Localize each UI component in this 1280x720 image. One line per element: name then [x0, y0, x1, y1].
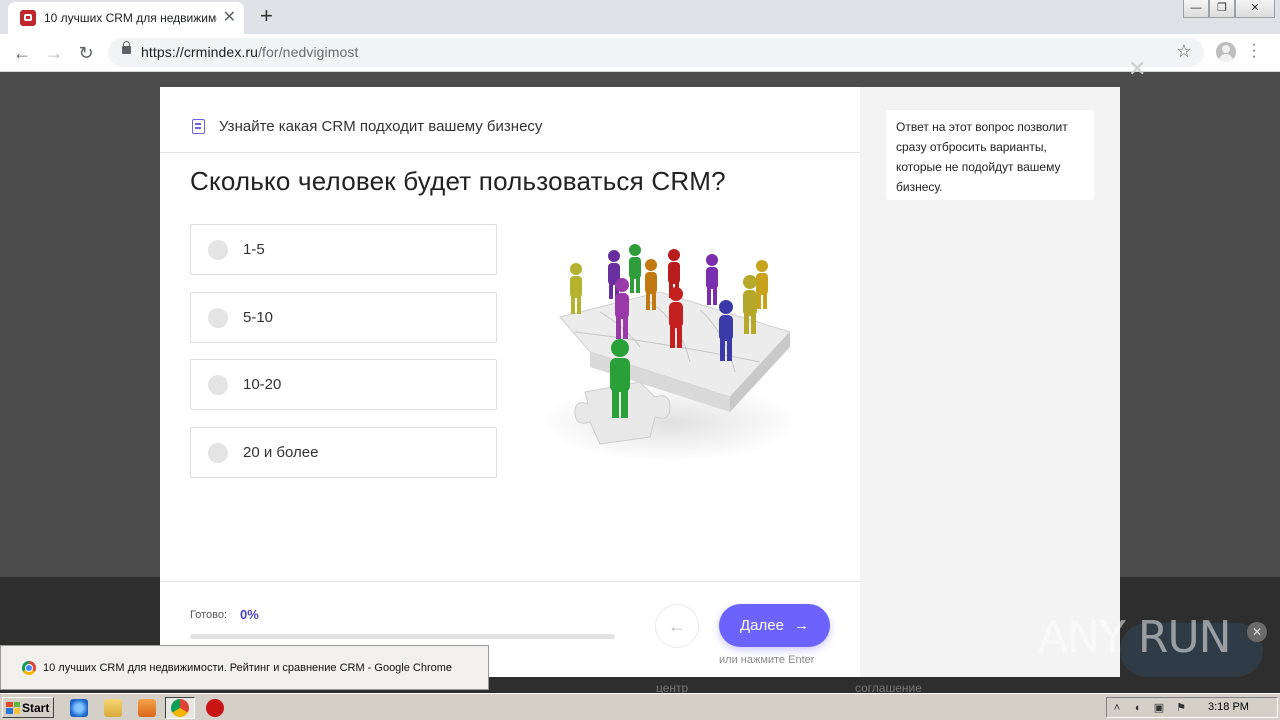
progress-bar	[190, 634, 615, 639]
answer-label: 10-20	[243, 376, 282, 393]
back-arrow-icon[interactable]: ←	[10, 41, 34, 65]
answer-label: 20 и более	[243, 444, 319, 461]
tray-expand-icon[interactable]: ˄	[1111, 702, 1123, 714]
modal-header: Узнайте какая CRM подходит вашему бизнес…	[160, 87, 860, 153]
hint-card: Ответ на этот вопрос позволит сразу отбр…	[886, 110, 1094, 200]
folder-icon[interactable]	[104, 699, 122, 717]
answer-option[interactable]: 10-20	[190, 359, 497, 410]
modal-header-text: Узнайте какая CRM подходит вашему бизнес…	[219, 118, 543, 135]
window-preview-title: 10 лучших CRM для недвижимости. Рейтинг …	[43, 661, 453, 674]
flag-icon[interactable]: ⚑	[1175, 702, 1187, 714]
taskbar-chrome-button[interactable]	[165, 697, 195, 719]
taskbar-clock: 3:18 PM	[1208, 701, 1249, 713]
system-tray: ˄ ◖ ▣ ⚑	[1106, 697, 1278, 718]
overlay-close-icon[interactable]: ✕	[1128, 58, 1146, 80]
checklist-icon	[192, 119, 205, 134]
start-label: Start	[22, 700, 50, 715]
chrome-icon	[171, 699, 189, 717]
reload-icon[interactable]: ↻	[74, 41, 98, 65]
answer-option[interactable]: 1-5	[190, 224, 497, 275]
crm-quiz-modal: Ответ на этот вопрос позволит сразу отбр…	[160, 87, 1120, 677]
tab-close-icon[interactable]: ✕	[223, 10, 236, 26]
browser-toolbar: ← → ↻ https://crmindex.ru/for/nedvigimos…	[0, 34, 1280, 72]
tab-strip: 10 лучших CRM для недвижимости ✕ + — ❐ ✕	[0, 0, 1280, 34]
progress-value: 0%	[240, 607, 259, 622]
next-button-label: Далее	[740, 617, 784, 634]
url-host: https://crmindex.ru	[141, 44, 259, 60]
forward-arrow-icon[interactable]: →	[42, 41, 66, 65]
bookmark-star-icon[interactable]: ☆	[1176, 41, 1192, 62]
lock-icon	[122, 41, 131, 54]
windows-logo-icon	[6, 701, 20, 714]
question-title: Сколько человек будет пользоваться CRM?	[190, 166, 726, 196]
hint-panel: Ответ на этот вопрос позволит сразу отбр…	[860, 87, 1120, 677]
answer-option[interactable]: 20 и более	[190, 427, 497, 478]
chrome-icon	[22, 660, 36, 675]
media-player-icon[interactable]	[138, 699, 156, 717]
next-button[interactable]: Далее →	[719, 604, 830, 647]
taskbar-window-preview[interactable]: 10 лучших CRM для недвижимости. Рейтинг …	[0, 645, 489, 690]
internet-explorer-icon[interactable]	[70, 699, 88, 717]
radio-button[interactable]	[208, 240, 228, 260]
url-text: https://crmindex.ru/for/nedvigimost	[141, 44, 358, 60]
chat-widget-close-icon[interactable]: ✕	[1247, 622, 1267, 642]
answer-label: 5-10	[243, 309, 274, 326]
network-icon[interactable]: ▣	[1153, 702, 1165, 714]
enter-hint: или нажмите Enter	[719, 654, 815, 666]
previous-button[interactable]: ←	[655, 604, 699, 648]
address-bar[interactable]: https://crmindex.ru/for/nedvigimost ☆	[108, 38, 1204, 67]
progress-label: Готово:	[190, 609, 228, 621]
answer-option[interactable]: 5-10	[190, 292, 497, 343]
window-close-button[interactable]: ✕	[1235, 0, 1275, 18]
site-favicon-icon	[20, 10, 36, 26]
profile-avatar-icon[interactable]	[1216, 42, 1236, 62]
arrow-right-icon: →	[793, 617, 809, 634]
window-maximize-button[interactable]: ❐	[1209, 0, 1235, 18]
team-puzzle-illustration	[540, 244, 800, 462]
volume-icon[interactable]: ◖	[1131, 702, 1143, 714]
start-button[interactable]: Start	[2, 697, 54, 718]
radio-button[interactable]	[208, 308, 228, 328]
windows-taskbar: Start ˄ ◖ ▣ ⚑ 3:18 PM	[0, 693, 1280, 720]
url-path: /for/nedvigimost	[258, 44, 359, 60]
browser-tab[interactable]: 10 лучших CRM для недвижимости ✕	[8, 2, 244, 34]
new-tab-button[interactable]: +	[260, 5, 273, 27]
browser-menu-icon[interactable]: · · ·	[1249, 37, 1259, 65]
answer-label: 1-5	[243, 241, 265, 258]
radio-button[interactable]	[208, 375, 228, 395]
radio-button[interactable]	[208, 443, 228, 463]
anyrun-watermark: ANY RUN	[1038, 612, 1232, 663]
window-minimize-button[interactable]: —	[1183, 0, 1209, 18]
tab-title: 10 лучших CRM для недвижимости	[44, 11, 217, 25]
opera-icon[interactable]	[206, 699, 224, 717]
